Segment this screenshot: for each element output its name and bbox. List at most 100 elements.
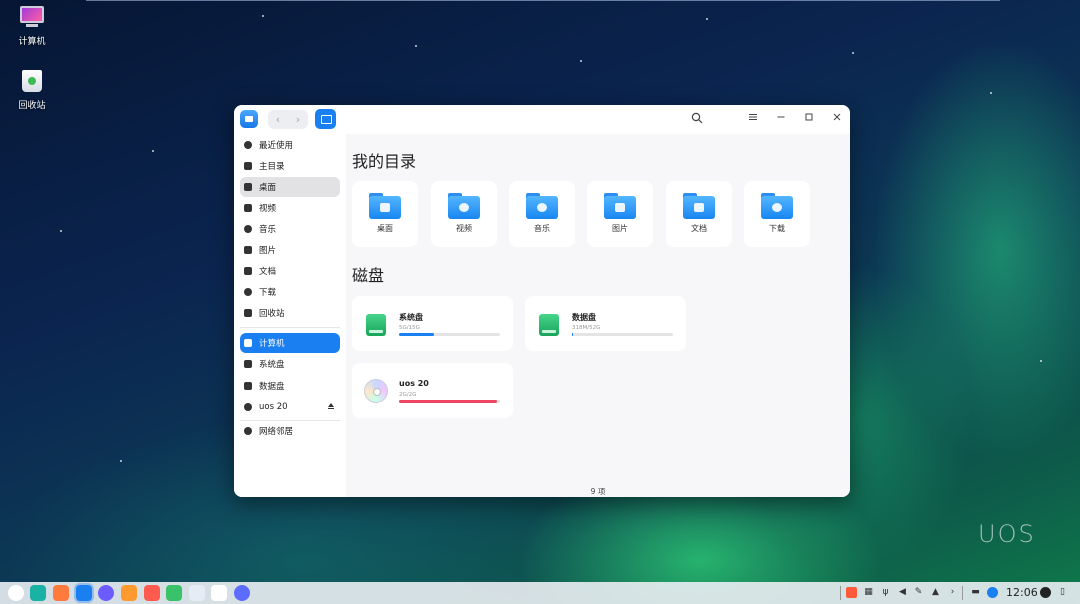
star [852, 52, 854, 54]
document-icon [244, 267, 252, 275]
sidebar: 最近使用 主目录 桌面 视频 音乐 图片 文档 下载 回收站 计算机 系统盘 数… [234, 134, 346, 497]
sidebar-item-data-disk[interactable]: 数据盘 [240, 376, 340, 396]
dir-label: 文档 [691, 224, 707, 233]
dir-label: 下载 [769, 224, 785, 233]
photos-icon[interactable] [144, 585, 160, 601]
download-icon [244, 288, 252, 296]
close-icon[interactable] [830, 112, 844, 126]
sidebar-item-home[interactable]: 主目录 [240, 156, 340, 176]
trash-tray-icon[interactable]: ▯ [1057, 587, 1068, 598]
disk-usage-fill [572, 333, 573, 336]
sidebar-item-label: 最近使用 [259, 141, 294, 151]
desktop-icon-computer[interactable]: 计算机 [7, 6, 57, 47]
clock-icon [244, 141, 252, 149]
dir-card-downloads[interactable]: 下载 [744, 181, 810, 247]
desktop-icon-label: 计算机 [18, 37, 46, 47]
star [990, 92, 992, 94]
taskbar-clock[interactable]: 12:06 [1006, 586, 1038, 599]
package-icon[interactable] [121, 585, 137, 601]
sidebar-item-music[interactable]: 音乐 [240, 219, 340, 239]
tray-expand-icon[interactable]: › [947, 587, 958, 598]
sidebar-item-network[interactable]: 网络邻居 [240, 421, 340, 441]
calendar-icon[interactable] [211, 585, 227, 601]
disk-name: 数据盘 [572, 313, 596, 322]
file-manager-icon[interactable] [76, 585, 92, 601]
disk-card-uos-cd[interactable]: uos 20 2G/2G [352, 363, 513, 418]
sidebar-item-label: uos 20 [259, 402, 288, 412]
star [1040, 360, 1042, 362]
tray-separator [840, 586, 841, 600]
navigation-buttons: ‹ › [268, 110, 308, 129]
sidebar-item-computer[interactable]: 计算机 [240, 333, 340, 353]
document-folder-icon [683, 193, 715, 219]
sidebar-item-label: 桌面 [259, 183, 277, 193]
sidebar-item-pictures[interactable]: 图片 [240, 240, 340, 260]
back-button[interactable]: ‹ [268, 110, 288, 129]
screen-icon[interactable]: ▬ [970, 587, 981, 598]
sidebar-item-recent[interactable]: 最近使用 [240, 135, 340, 155]
download-folder-icon [761, 193, 793, 219]
power-icon[interactable] [1040, 587, 1051, 598]
pen-icon[interactable]: ✎ [913, 587, 924, 598]
sidebar-item-downloads[interactable]: 下载 [240, 282, 340, 302]
sidebar-item-label: 回收站 [259, 309, 285, 319]
multitask-view-icon[interactable] [30, 585, 46, 601]
sidebar-item-uos-cd[interactable]: uos 20 [240, 397, 340, 417]
settings-icon[interactable] [234, 585, 250, 601]
dir-card-documents[interactable]: 文档 [666, 181, 732, 247]
sidebar-item-videos[interactable]: 视频 [240, 198, 340, 218]
dir-card-videos[interactable]: 视频 [431, 181, 497, 247]
app-store-icon[interactable] [53, 585, 69, 601]
menu-icon[interactable] [746, 112, 760, 126]
video-folder-icon [448, 193, 480, 219]
sidebar-item-system-disk[interactable]: 系统盘 [240, 354, 340, 374]
browser-icon[interactable] [98, 585, 114, 601]
disk-card-system[interactable]: 系统盘 5G/15G [352, 296, 513, 351]
desktop-icon-trash[interactable]: 回收站 [7, 70, 57, 111]
disk-icon [244, 360, 252, 368]
minimize-icon[interactable] [774, 112, 788, 126]
disk-card-data[interactable]: 数据盘 318M/52G [525, 296, 686, 351]
disk-usage-bar [572, 333, 673, 336]
disk-size: 2G/2G [399, 392, 417, 398]
data-disk-icon [539, 314, 559, 336]
forward-button[interactable]: › [288, 110, 308, 129]
cd-icon [364, 379, 388, 403]
usb-icon[interactable]: ψ [880, 587, 891, 598]
picture-folder-icon [604, 193, 636, 219]
volume-icon[interactable]: ◀ [897, 587, 908, 598]
launcher-icon[interactable] [8, 585, 24, 601]
keyboard-icon[interactable]: ▦ [863, 587, 874, 598]
music-player-icon[interactable] [166, 585, 182, 601]
trash-icon [244, 309, 252, 317]
dir-card-pictures[interactable]: 图片 [587, 181, 653, 247]
desktop-icon [244, 183, 252, 191]
dir-card-desktop[interactable]: 桌面 [352, 181, 418, 247]
eject-icon[interactable] [328, 403, 334, 409]
notes-icon[interactable] [189, 585, 205, 601]
maximize-icon[interactable] [802, 112, 816, 126]
notification-bell-icon[interactable]: ▲ [930, 587, 941, 598]
disk-name: 系统盘 [399, 313, 423, 322]
sidebar-item-label: 图片 [259, 246, 277, 256]
status-bar-item-count: 9 项 [590, 487, 606, 496]
network-status-icon[interactable] [987, 587, 998, 598]
star [152, 150, 154, 152]
file-manager-logo-icon[interactable] [240, 110, 258, 128]
file-manager-window: ‹ › 最近使用 主目录 桌面 视频 音乐 图片 文档 下载 回收站 计算机 系… [234, 105, 850, 497]
sidebar-item-desktop[interactable]: 桌面 [240, 177, 340, 197]
dir-label: 桌面 [377, 224, 393, 233]
uos-watermark: UOS [978, 520, 1036, 548]
desktop-folder-icon [369, 193, 401, 219]
sidebar-item-trash[interactable]: 回收站 [240, 303, 340, 323]
section-title-my-directories: 我的目录 [352, 152, 417, 171]
dir-card-music[interactable]: 音乐 [509, 181, 575, 247]
dir-label: 音乐 [534, 224, 550, 233]
home-icon [244, 162, 252, 170]
sidebar-item-label: 计算机 [259, 339, 285, 349]
input-method-icon[interactable] [846, 587, 857, 598]
sidebar-item-documents[interactable]: 文档 [240, 261, 340, 281]
breadcrumb-computer-button[interactable] [315, 109, 336, 129]
sidebar-item-label: 系统盘 [259, 360, 285, 370]
search-icon[interactable] [690, 112, 704, 126]
